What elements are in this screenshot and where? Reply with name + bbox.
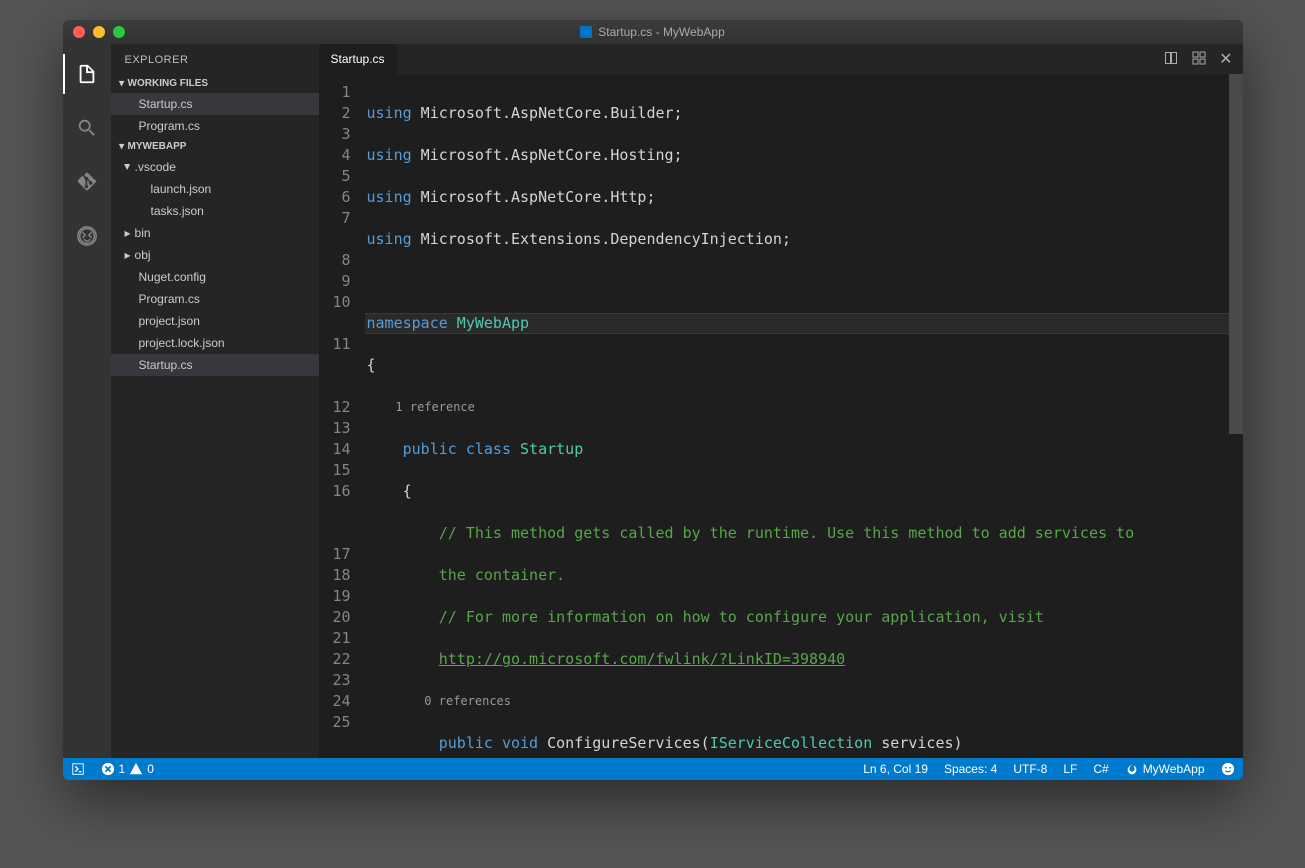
window-title: Startup.cs - MyWebApp [598,25,725,39]
project-header[interactable]: ▸ MYWEBAPP [111,137,319,156]
close-tab-icon[interactable]: ✕ [1219,49,1232,69]
folder-vscode[interactable]: ▸.vscode [111,156,319,178]
encoding-item[interactable]: UTF-8 [1005,758,1055,780]
activity-bar [63,44,111,758]
scrollbar[interactable] [1229,74,1243,758]
code-content[interactable]: using Microsoft.AspNetCore.Builder; usin… [365,74,1243,758]
feedback-icon[interactable] [1213,758,1243,780]
titlebar: Startup.cs - MyWebApp [63,20,1243,44]
sidebar-explorer: EXPLORER ▸ WORKING FILES Startup.cs Prog… [111,44,319,758]
project-item[interactable]: MyWebApp [1117,758,1213,780]
traffic-lights [63,26,125,38]
folder-obj[interactable]: ▸obj [111,244,319,266]
more-icon[interactable] [1191,50,1207,69]
file-item[interactable]: Nuget.config [111,266,319,288]
file-item[interactable]: Startup.cs [111,354,319,376]
cursor-position[interactable]: Ln 6, Col 19 [855,758,936,780]
folder-bin[interactable]: ▸bin [111,222,319,244]
debug-icon[interactable] [63,216,111,256]
chevron-right-icon: ▸ [125,248,131,262]
scrollbar-thumb[interactable] [1229,74,1243,434]
eol-item[interactable]: LF [1055,758,1085,780]
git-icon[interactable] [63,162,111,202]
zoom-icon[interactable] [113,26,125,38]
chevron-down-icon: ▸ [121,164,135,170]
project-label: MYWEBAPP [128,141,187,152]
chevron-right-icon: ▸ [125,226,131,240]
working-files-label: WORKING FILES [128,78,209,89]
chevron-down-icon: ▸ [116,144,127,149]
status-bar: 1 0 Ln 6, Col 19 Spaces: 4 UTF-8 LF C# M… [63,758,1243,780]
chevron-down-icon: ▸ [116,81,127,86]
minimize-icon[interactable] [93,26,105,38]
file-item[interactable]: launch.json [111,178,319,200]
explorer-icon[interactable] [63,54,111,94]
warning-icon [129,762,143,776]
split-editor-icon[interactable] [1163,50,1179,69]
editor-group: Startup.cs ✕ 1234567 8910 11 1213141516 [319,44,1243,758]
file-item[interactable]: project.json [111,310,319,332]
language-item[interactable]: C# [1085,758,1116,780]
indent-item[interactable]: Spaces: 4 [936,758,1005,780]
working-file-item[interactable]: Program.cs [111,115,319,137]
gutter: 1234567 8910 11 1213141516 1718192021222… [319,74,365,758]
working-file-item[interactable]: Startup.cs [111,93,319,115]
app-window: Startup.cs - MyWebApp EXPLORER ▸ WORKING [63,20,1243,780]
editor-tab[interactable]: Startup.cs [319,44,397,74]
errors-item[interactable]: 1 0 [93,758,162,780]
close-icon[interactable] [73,26,85,38]
working-files-header[interactable]: ▸ WORKING FILES [111,74,319,93]
app-icon [580,26,592,38]
error-icon [101,762,115,776]
search-icon[interactable] [63,108,111,148]
editor-tabs: Startup.cs ✕ [319,44,1243,74]
file-item[interactable]: Program.cs [111,288,319,310]
file-item[interactable]: project.lock.json [111,332,319,354]
remote-icon[interactable] [63,758,93,780]
code-editor[interactable]: 1234567 8910 11 1213141516 1718192021222… [319,74,1243,758]
sidebar-title: EXPLORER [111,44,319,74]
flame-icon [1125,762,1139,776]
file-item[interactable]: tasks.json [111,200,319,222]
